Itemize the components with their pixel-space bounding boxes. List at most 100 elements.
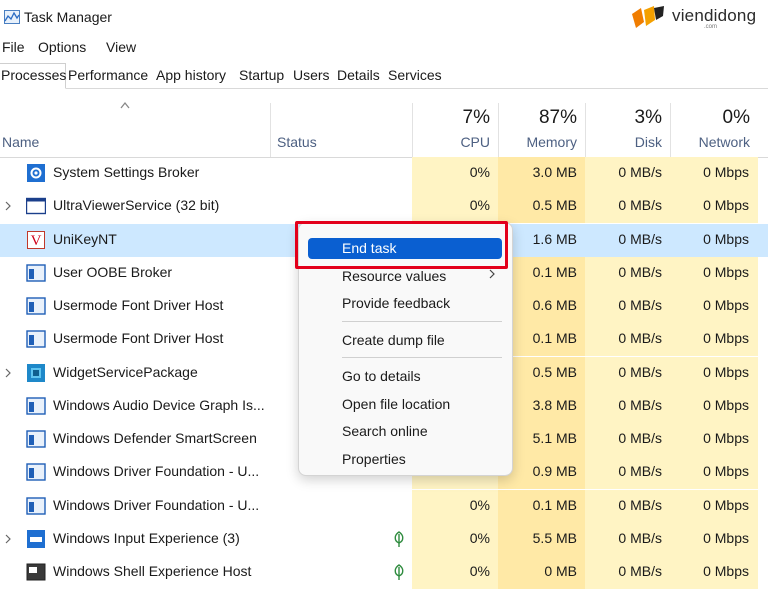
- menu-item-properties[interactable]: Properties: [342, 451, 406, 467]
- menu-item-search-online[interactable]: Search online: [342, 423, 428, 439]
- process-row[interactable]: Windows Shell Experience Host 0% 0 MB 0 MB/…: [0, 556, 768, 589]
- sort-ascending-icon[interactable]: [120, 101, 130, 109]
- chevron-right-icon[interactable]: [4, 368, 12, 378]
- cpu-value: 0%: [469, 164, 490, 180]
- column-divider[interactable]: [270, 103, 271, 157]
- tab-bar: Processes Performance App history Startu…: [0, 63, 768, 89]
- tab-users[interactable]: Users: [291, 64, 332, 87]
- shell-icon: [26, 563, 46, 581]
- process-row[interactable]: Windows Input Experience (3) 0% 5.5 MB 0 MB…: [0, 522, 768, 556]
- tab-app-history[interactable]: App history: [154, 64, 228, 87]
- app-window-icon: [26, 496, 46, 515]
- brand-logo-icon: [632, 6, 664, 28]
- disk-value: 0 MB/s: [618, 463, 662, 480]
- disk-value: 0 MB/s: [618, 496, 662, 513]
- menu-separator: [342, 321, 502, 322]
- disk-value: 0 MB/s: [618, 529, 662, 546]
- column-memory[interactable]: 87% Memory: [498, 89, 585, 157]
- column-status[interactable]: Status: [277, 134, 317, 150]
- network-value: 0 Mbps: [703, 496, 749, 513]
- network-value: 0 Mbps: [703, 529, 749, 546]
- memory-value: 5.1 MB: [532, 430, 577, 446]
- title-bar: Task Manager viendidong .com: [0, 0, 768, 36]
- highlight-annotation: [295, 221, 508, 269]
- cpu-value: 0%: [469, 529, 490, 546]
- column-cpu[interactable]: 7% CPU: [412, 89, 498, 157]
- column-network[interactable]: 0% Network: [670, 89, 758, 157]
- process-name: Windows Driver Foundation - U...: [53, 463, 260, 480]
- memory-value: 0.1 MB: [532, 263, 577, 280]
- network-value: 0 Mbps: [703, 164, 749, 180]
- cpu-total: 7%: [462, 107, 490, 128]
- tab-processes[interactable]: Processes: [0, 63, 66, 89]
- task-manager-icon: [4, 10, 20, 24]
- brand-watermark: viendidong .com: [630, 4, 764, 34]
- leaf-icon: [394, 564, 404, 580]
- process-name: User OOBE Broker: [53, 263, 173, 280]
- process-name: UltraViewerService (32 bit): [53, 197, 220, 214]
- disk-value: 0 MB/s: [618, 297, 662, 313]
- process-row[interactable]: UltraViewerService (32 bit) 0% 0.5 MB 0 MB/…: [0, 190, 768, 224]
- menu-options[interactable]: Options: [38, 39, 86, 55]
- disk-value: 0 MB/s: [618, 197, 662, 214]
- tab-performance[interactable]: Performance: [66, 64, 150, 87]
- svg-text:V: V: [31, 233, 42, 249]
- network-label: Network: [698, 134, 750, 150]
- unikey-icon: V: [26, 230, 46, 249]
- tab-services[interactable]: Services: [386, 64, 444, 87]
- memory-value: 0.1 MB: [532, 496, 577, 513]
- memory-label: Memory: [526, 134, 577, 150]
- menu-view[interactable]: View: [106, 39, 136, 55]
- window-icon: [25, 197, 47, 215]
- memory-value: 1.6 MB: [532, 230, 577, 247]
- menu-item-open-file-location[interactable]: Open file location: [342, 396, 450, 412]
- process-row[interactable]: Windows Driver Foundation - U... 0% 0.1 MB…: [0, 489, 768, 523]
- brand-domain: .com: [704, 24, 718, 30]
- network-value: 0 Mbps: [703, 297, 749, 313]
- menu-item-go-to-details[interactable]: Go to details: [342, 368, 421, 384]
- process-name: System Settings Broker: [53, 164, 200, 180]
- window-title: Task Manager: [24, 9, 112, 25]
- memory-value: 0 MB: [544, 563, 577, 579]
- app-window-icon: [26, 463, 46, 481]
- disk-value: 0 MB/s: [618, 263, 662, 280]
- chevron-right-icon: [489, 269, 495, 279]
- cpu-label: CPU: [460, 134, 490, 150]
- process-name: WidgetServicePackage: [53, 363, 198, 380]
- memory-value: 3.8 MB: [532, 396, 577, 413]
- disk-value: 0 MB/s: [618, 330, 662, 347]
- disk-value: 0 MB/s: [618, 563, 662, 579]
- menu-file[interactable]: File: [2, 39, 25, 55]
- chevron-right-icon[interactable]: [4, 201, 12, 211]
- memory-total: 87%: [538, 107, 577, 128]
- input-icon: [26, 529, 46, 548]
- disk-value: 0 MB/s: [618, 230, 662, 247]
- network-value: 0 Mbps: [703, 463, 749, 480]
- app-window-icon: [26, 264, 46, 282]
- network-value: 0 Mbps: [703, 396, 749, 413]
- menu-item-create-dump-file[interactable]: Create dump file: [342, 332, 445, 348]
- memory-value: 0.5 MB: [532, 197, 577, 214]
- menu-item-provide-feedback[interactable]: Provide feedback: [342, 295, 450, 311]
- menu-separator: [342, 357, 502, 358]
- disk-value: 0 MB/s: [618, 164, 662, 180]
- memory-value: 3.0 MB: [532, 164, 577, 180]
- process-row[interactable]: System Settings Broker 0% 3.0 MB 0 MB/s 0 Mb…: [0, 157, 768, 190]
- column-disk[interactable]: 3% Disk: [585, 89, 670, 157]
- app-window-icon: [26, 330, 46, 348]
- tab-details[interactable]: Details: [335, 64, 382, 87]
- network-value: 0 Mbps: [703, 330, 749, 347]
- app-window-icon: [26, 430, 46, 448]
- leaf-icon: [394, 530, 404, 547]
- tab-startup[interactable]: Startup: [237, 64, 286, 87]
- network-total: 0%: [722, 107, 750, 128]
- disk-label: Disk: [634, 134, 662, 150]
- process-name: Windows Audio Device Graph Is...: [53, 396, 265, 413]
- process-name: Windows Driver Foundation - U...: [53, 496, 260, 513]
- widget-icon: [26, 363, 46, 382]
- app-window-icon: [26, 297, 46, 315]
- chevron-right-icon[interactable]: [4, 534, 12, 544]
- column-name[interactable]: Name: [2, 134, 39, 150]
- menu-item-resource-values[interactable]: Resource values: [342, 268, 446, 284]
- disk-total: 3%: [634, 107, 662, 128]
